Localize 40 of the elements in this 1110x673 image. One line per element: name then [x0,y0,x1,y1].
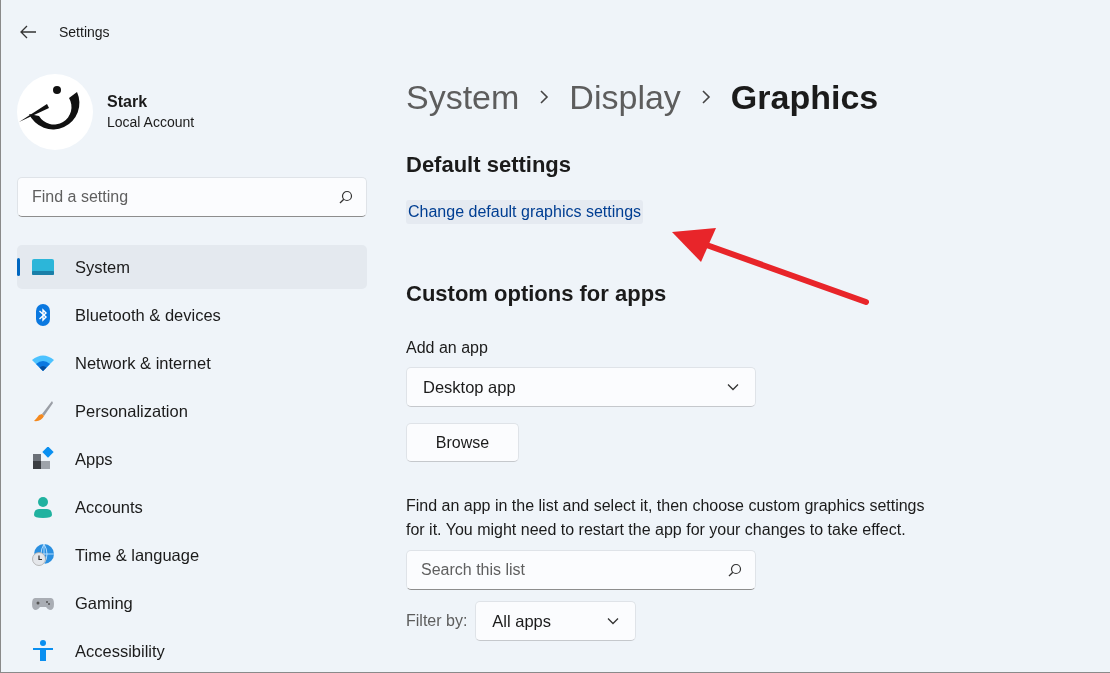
field-label: Add an app [406,339,489,357]
paintbrush-icon [31,399,55,423]
search-icon [728,563,742,577]
breadcrumb-item: Graphics [730,77,879,117]
sidebar-item[interactable]: Accessibility [17,629,367,672]
selection-indicator [17,258,20,276]
app-type-dropdown[interactable]: Desktop app [406,367,756,407]
accessibility-icon [31,639,55,663]
sidebar-item[interactable]: Time & language [17,533,367,577]
window-title: Settings [59,24,110,40]
section-heading: Default settings [406,152,573,178]
sidebar-item[interactable]: Network & internet [17,341,367,385]
globe-clock-icon [31,543,55,567]
chevron-right-icon [700,89,711,105]
avatar-icon[interactable] [17,73,93,150]
person-icon [31,495,55,519]
sidebar-item[interactable]: Personalization [17,389,367,433]
filter-label: Filter by: [406,612,468,630]
sidebar-item[interactable]: Accounts [17,485,367,529]
graphics-settings-link[interactable]: Change default graphics settings [406,200,644,224]
sidebar-item[interactable]: Bluetooth & devices [17,293,367,337]
sidebar-item[interactable]: Gaming [17,581,367,625]
back-arrow-icon[interactable] [19,25,37,39]
filter-dropdown[interactable]: All apps [475,601,637,641]
sidebar-item[interactable]: Apps [17,437,367,481]
search-icon [339,190,353,204]
chevron-down-icon [727,383,739,391]
account-name: Stark [107,93,149,111]
apps-icon [31,447,55,471]
chevron-right-icon [539,89,550,105]
section-heading: Custom options for apps [406,281,668,307]
list-search-field[interactable]: Search this list [406,550,756,590]
description-text: Find an app in the list and select it, then choose custom graphics settings for it. You might need to restart the app for your changes to take effect. [406,496,926,540]
browse-button[interactable]: Browse [406,423,519,462]
breadcrumb-item[interactable]: Display [569,77,681,117]
account-type: Local Account [107,114,195,130]
sidebar-item[interactable]: System [17,245,367,289]
search-field[interactable]: Find a setting [17,177,367,217]
chevron-down-icon [607,617,620,625]
breadcrumb-item[interactable]: System [406,77,520,117]
